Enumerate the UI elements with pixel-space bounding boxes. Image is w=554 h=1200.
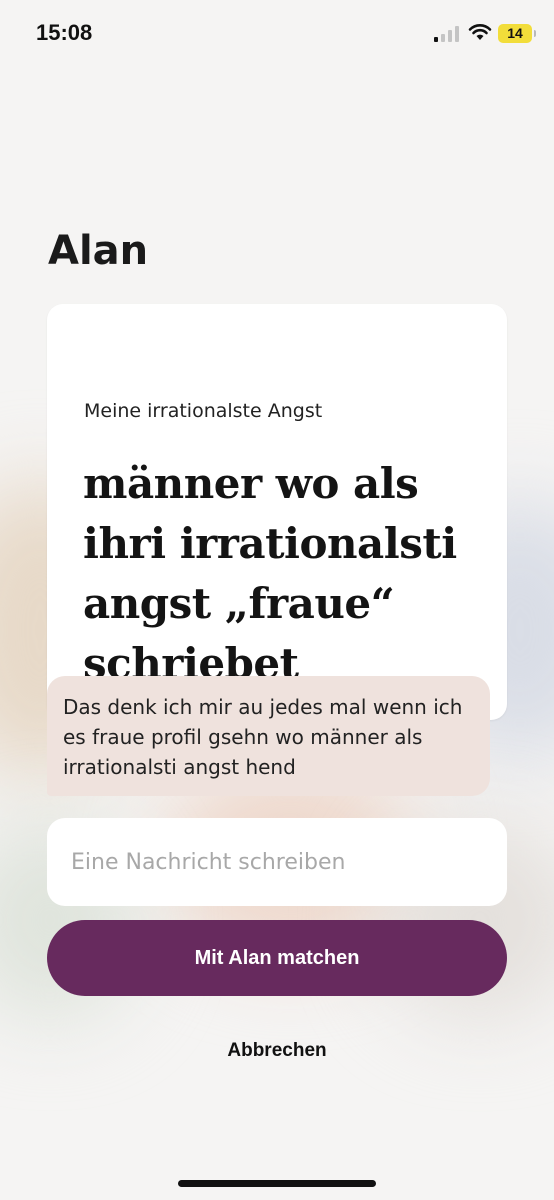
profile-name: Alan	[48, 228, 149, 274]
prompt-label: Meine irrationalste Angst	[84, 400, 323, 422]
wifi-icon	[468, 24, 492, 40]
match-button[interactable]: Mit Alan matchen	[47, 920, 507, 996]
prompt-answer: männer wo als ihri irrationalsti angst „…	[83, 459, 457, 688]
cellular-signal-icon	[434, 26, 459, 42]
comment-bubble: Das denk ich mir au jedes mal wenn ich e…	[47, 676, 490, 796]
message-input[interactable]	[47, 818, 507, 906]
status-bar: 15:08 14	[0, 0, 554, 70]
cancel-button[interactable]: Abbrechen	[0, 1040, 554, 1062]
battery-icon: 14	[498, 24, 536, 43]
prompt-card: Meine irrationalste Angst männer wo als …	[47, 304, 507, 720]
status-time: 15:08	[36, 20, 93, 45]
home-indicator[interactable]	[178, 1180, 376, 1187]
